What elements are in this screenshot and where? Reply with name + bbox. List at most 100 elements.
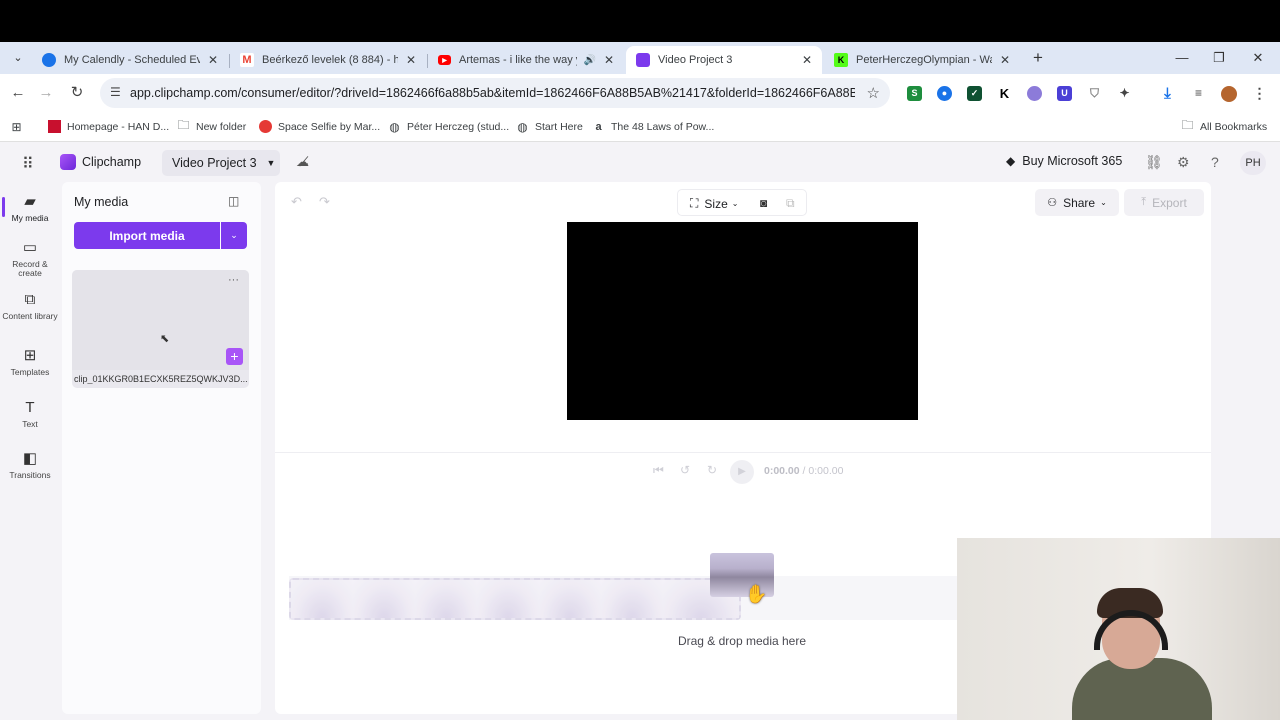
grab-hand-cursor-icon: ✋ bbox=[745, 584, 768, 604]
reload-icon[interactable]: ↻ bbox=[68, 84, 86, 102]
media-clip-card[interactable]: ··· + ⬉ clip_01KKGR0B1ECXK5REZ5QWKJV3D..… bbox=[72, 270, 249, 388]
import-media-button[interactable]: Import media bbox=[74, 222, 220, 249]
close-icon[interactable]: ✕ bbox=[802, 53, 812, 67]
minimize-icon[interactable]: — bbox=[1172, 48, 1192, 68]
extension-circle-icon[interactable]: ● bbox=[937, 86, 952, 101]
skip-to-start-icon[interactable]: ⏮ bbox=[653, 463, 664, 478]
collapse-panel-icon[interactable]: ◫ bbox=[228, 194, 239, 208]
tab-calendly[interactable]: My Calendly - Scheduled Events ✕ bbox=[32, 46, 228, 74]
bookmark-start-here[interactable]: ◍ Start Here bbox=[516, 119, 583, 134]
close-icon[interactable]: ✕ bbox=[406, 53, 416, 67]
gmail-icon: M bbox=[240, 53, 254, 67]
bookmark-han[interactable]: Homepage - HAN D... bbox=[48, 120, 169, 133]
tab-kick[interactable]: K PeterHerczegOlympian - Watch ✕ bbox=[824, 46, 1020, 74]
upload-icon: ⤒ bbox=[1141, 196, 1147, 208]
app-launcher-icon[interactable]: ⠿ bbox=[22, 154, 34, 174]
apps-grid-icon[interactable]: ⊞ bbox=[10, 120, 29, 134]
more-options-icon[interactable]: ··· bbox=[228, 274, 239, 286]
han-icon bbox=[48, 120, 61, 133]
extension-shield-icon[interactable]: ⛉ bbox=[1087, 86, 1102, 101]
tab-title: Beérkező levelek (8 884) - herczeg bbox=[262, 54, 398, 66]
camera-icon[interactable]: ◙ bbox=[760, 196, 767, 210]
clip-thumbnail[interactable] bbox=[72, 270, 249, 370]
total-time: / 0:00.00 bbox=[802, 465, 844, 477]
rewind-5s-icon[interactable]: ↺ bbox=[680, 463, 690, 477]
rail-item-record-create[interactable]: ▭ Record & create bbox=[0, 240, 60, 278]
close-icon[interactable]: ✕ bbox=[604, 53, 614, 67]
back-icon[interactable]: ← bbox=[9, 84, 27, 102]
cloud-sync-off-icon[interactable]: ☁̸ bbox=[296, 154, 309, 170]
clipchamp-logo-icon bbox=[60, 154, 76, 170]
bookmark-space-selfie[interactable]: Space Selfie by Mar... bbox=[259, 120, 380, 133]
user-avatar[interactable]: PH bbox=[1240, 151, 1266, 175]
clip-name: clip_01KKGR0B1ECXK5REZ5QWKJV3D... bbox=[74, 374, 248, 384]
undo-icon[interactable]: ↶ bbox=[291, 194, 302, 210]
tab-title: PeterHerczegOlympian - Watch bbox=[856, 54, 992, 66]
download-icon[interactable]: ⤓ bbox=[1160, 86, 1175, 101]
restore-icon[interactable]: ❐ bbox=[1209, 48, 1229, 68]
redo-icon[interactable]: ↷ bbox=[319, 194, 330, 210]
forward-5s-icon[interactable]: ↻ bbox=[707, 463, 717, 477]
import-dropdown-button[interactable]: ⌄ bbox=[221, 222, 247, 249]
extension-check-icon[interactable]: ✓ bbox=[967, 86, 982, 101]
extension-s-icon[interactable]: S bbox=[907, 86, 922, 101]
forward-icon[interactable]: → bbox=[37, 84, 55, 102]
tab-search-button[interactable]: ⌄ bbox=[8, 48, 28, 68]
export-button[interactable]: ⤒ Export bbox=[1124, 189, 1204, 216]
close-icon[interactable]: ✕ bbox=[1000, 53, 1010, 67]
rail-item-content-library[interactable]: ⧉ Content library bbox=[0, 292, 60, 321]
project-name: Video Project 3 bbox=[172, 156, 257, 170]
tab-title: Artemas - i like the way you kiss me bbox=[459, 54, 577, 66]
rail-item-text[interactable]: T Text bbox=[0, 400, 60, 429]
tab-gmail[interactable]: M Beérkező levelek (8 884) - herczeg ✕ bbox=[230, 46, 426, 74]
browser-chrome: ⌄ My Calendly - Scheduled Events ✕ M Beé… bbox=[0, 42, 1280, 142]
address-bar[interactable]: ☰ app.clipchamp.com/consumer/editor/?dri… bbox=[100, 78, 890, 108]
youtube-icon: ▶ bbox=[438, 55, 451, 65]
extensions-puzzle-icon[interactable]: ✦ bbox=[1117, 86, 1132, 101]
media-control-icon[interactable]: ≡ bbox=[1191, 86, 1206, 101]
site-info-icon[interactable]: ☰ bbox=[110, 85, 121, 99]
rail-item-my-media[interactable]: ▰ My media bbox=[0, 194, 60, 223]
bookmark-new-folder[interactable]: 🗀 New folder bbox=[177, 118, 246, 133]
ghost-frame bbox=[477, 580, 539, 618]
transitions-icon: ◧ bbox=[22, 450, 38, 467]
bookmark-star-icon[interactable]: ☆ bbox=[867, 84, 880, 102]
rail-item-transitions[interactable]: ◧ Transitions bbox=[0, 451, 60, 480]
video-preview[interactable] bbox=[567, 222, 918, 420]
window-close-icon[interactable]: ✕ bbox=[1248, 48, 1268, 68]
space-selfie-icon bbox=[259, 120, 272, 133]
buy-microsoft-365-button[interactable]: ◆ Buy Microsoft 365 bbox=[1006, 154, 1122, 168]
rail-label: My media bbox=[11, 213, 49, 223]
project-name-button[interactable]: Video Project 3 ▼ bbox=[162, 150, 280, 176]
diamond-icon: ◆ bbox=[1006, 154, 1016, 168]
person-body bbox=[1072, 658, 1212, 720]
popout-icon[interactable]: ⧉ bbox=[786, 196, 795, 211]
clipchamp-icon bbox=[636, 53, 650, 67]
rail-item-templates[interactable]: ⊞ Templates bbox=[0, 348, 60, 377]
settings-gear-icon[interactable]: ⚙ bbox=[1177, 154, 1190, 171]
help-icon[interactable]: ? bbox=[1211, 154, 1219, 170]
share-button[interactable]: ⚇ Share ⌄ bbox=[1035, 189, 1119, 216]
globe-icon: ◍ bbox=[517, 119, 528, 134]
bookmark-peter-herczeg[interactable]: ◍ Péter Herczeg (stud... bbox=[388, 120, 509, 134]
add-to-timeline-button[interactable]: + bbox=[226, 348, 243, 365]
folder-icon: 🗀 bbox=[177, 118, 190, 132]
tab-youtube[interactable]: ▶ Artemas - i like the way you kiss me 🔊… bbox=[428, 46, 624, 74]
new-tab-button[interactable]: + bbox=[1028, 48, 1048, 68]
url-text: app.clipchamp.com/consumer/editor/?drive… bbox=[130, 86, 855, 100]
ghost-frame bbox=[353, 580, 415, 618]
link-icon[interactable]: ⛓ bbox=[1145, 154, 1163, 171]
bookmark-48-laws[interactable]: a The 48 Laws of Pow... bbox=[592, 120, 714, 133]
browser-menu-icon[interactable]: ⋮ bbox=[1252, 86, 1267, 101]
extension-k-icon[interactable]: K bbox=[997, 86, 1012, 101]
close-icon[interactable]: ✕ bbox=[208, 53, 218, 67]
size-button[interactable]: ⛶ Size ⌄ bbox=[690, 196, 738, 211]
play-button[interactable]: ▶ bbox=[730, 460, 754, 484]
speaker-icon[interactable]: 🔊 bbox=[583, 55, 595, 66]
all-bookmarks[interactable]: 🗀 All Bookmarks bbox=[1181, 118, 1267, 133]
profile-avatar-icon[interactable] bbox=[1221, 86, 1237, 102]
extension-u-icon[interactable]: U bbox=[1057, 86, 1072, 101]
media-panel: My media ◫ Import media ⌄ ··· + ⬉ clip_0… bbox=[62, 182, 261, 714]
tab-video-project[interactable]: Video Project 3 ✕ bbox=[626, 46, 822, 74]
extension-cloud-icon[interactable] bbox=[1027, 86, 1042, 101]
